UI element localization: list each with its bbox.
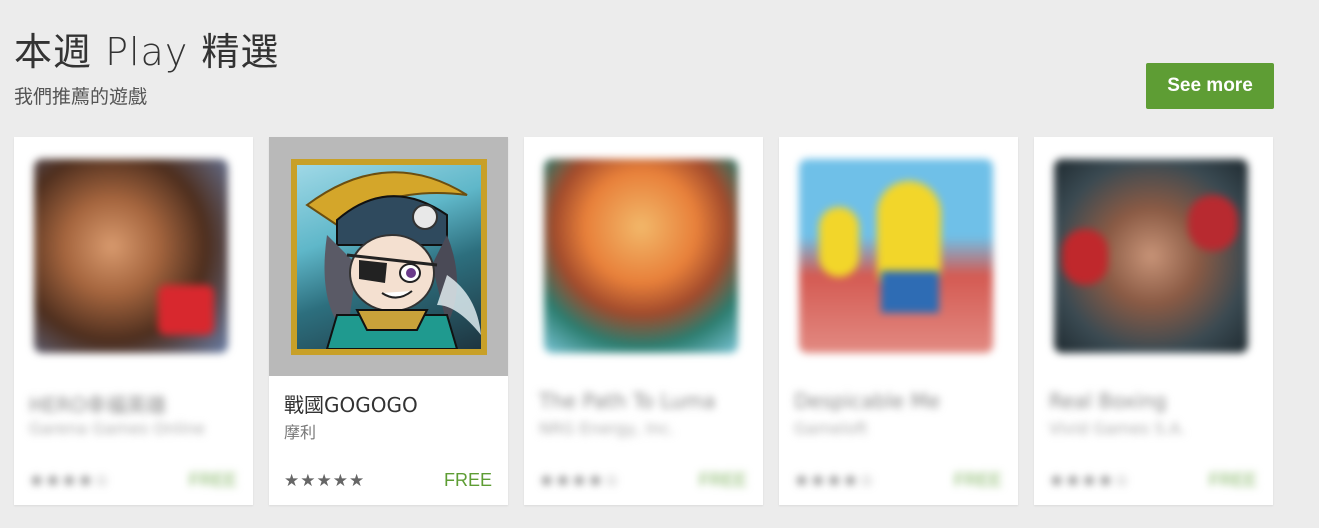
star-rating: ★★★★☆ — [794, 471, 876, 491]
section-header: 本週 Play 精選 我們推薦的遊戲 — [14, 26, 279, 109]
app-card[interactable]: 戰國GOGOGO 摩利 ★★★★★ FREE — [269, 137, 508, 505]
app-name[interactable]: Real Boxing — [1049, 389, 1167, 413]
hero-warrior-icon — [34, 159, 228, 353]
section-subtitle: 我們推薦的遊戲 — [14, 86, 148, 108]
app-icon-wrap — [269, 137, 508, 376]
section-title: 本週 Play 精選 — [14, 30, 280, 74]
star-rating: ★★★★☆ — [29, 471, 111, 491]
app-price[interactable]: FREE — [444, 470, 492, 491]
app-developer[interactable]: Gameloft — [794, 419, 868, 438]
sunset-mountain-icon — [544, 159, 738, 353]
app-price[interactable]: FREE — [699, 470, 747, 491]
app-icon-wrap — [1034, 137, 1273, 376]
app-name[interactable]: HERO幸福英雄 — [29, 389, 166, 418]
app-name[interactable]: 戰國GOGOGO — [284, 389, 418, 418]
app-card[interactable]: The Path To Luma NRG Energy, Inc. ★★★★☆ … — [524, 137, 763, 505]
app-name[interactable]: The Path To Luma — [539, 389, 715, 413]
minion-icon — [799, 159, 993, 353]
star-rating: ★★★★☆ — [539, 471, 621, 491]
app-name[interactable]: Despicable Me — [794, 389, 940, 413]
samurai-illustration — [305, 171, 481, 349]
app-developer[interactable]: Garena Games Online — [29, 419, 205, 438]
app-card[interactable]: Despicable Me Gameloft ★★★★☆ FREE — [779, 137, 1018, 505]
app-developer[interactable]: 摩利 — [284, 419, 316, 443]
app-icon-wrap — [524, 137, 763, 376]
app-icon-wrap — [779, 137, 1018, 376]
star-rating: ★★★★☆ — [1049, 471, 1131, 491]
star-rating: ★★★★★ — [284, 471, 366, 491]
app-price[interactable]: FREE — [1209, 470, 1257, 491]
app-card[interactable]: HERO幸福英雄 Garena Games Online ★★★★☆ FREE — [14, 137, 253, 505]
boxer-icon — [1054, 159, 1248, 353]
app-card[interactable]: Real Boxing Vivid Games S.A. ★★★★☆ FREE — [1034, 137, 1273, 505]
app-icon-wrap — [14, 137, 253, 376]
samurai-chibi-icon — [291, 159, 487, 355]
app-developer[interactable]: Vivid Games S.A. — [1049, 419, 1185, 438]
app-developer[interactable]: NRG Energy, Inc. — [539, 419, 675, 438]
app-price[interactable]: FREE — [954, 470, 1002, 491]
see-more-button[interactable]: See more — [1146, 63, 1274, 109]
app-price[interactable]: FREE — [189, 470, 237, 491]
